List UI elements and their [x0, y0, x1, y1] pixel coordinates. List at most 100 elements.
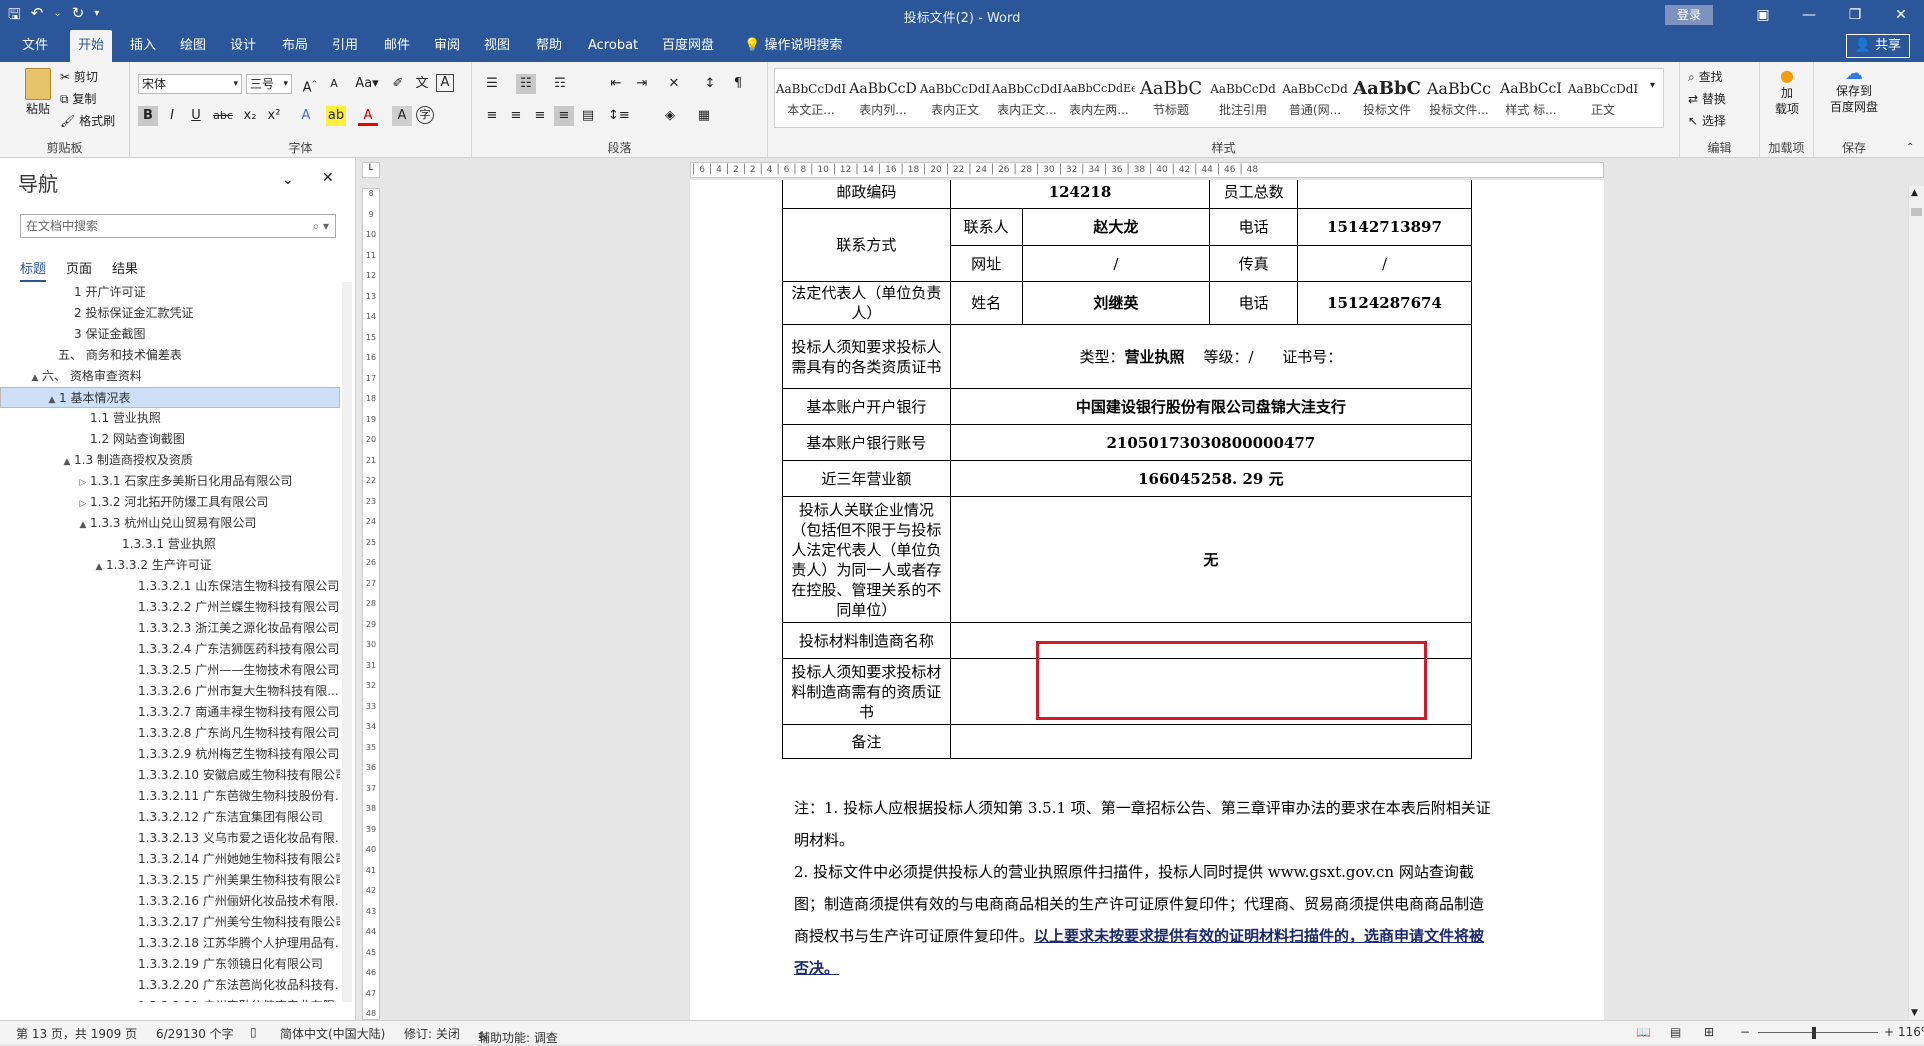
collapse-arrow-icon[interactable]: ▲: [76, 515, 90, 534]
save-to-baidu-button[interactable]: ☁ 保存到 百度网盘: [1820, 65, 1888, 115]
proofing-icon[interactable]: ▯: [250, 1025, 257, 1039]
tab-references[interactable]: 引用: [324, 30, 366, 62]
share-button[interactable]: 👤 共享: [1845, 34, 1910, 58]
style-item[interactable]: AaBbCcDd 批注引用: [1207, 69, 1279, 127]
ribbon-display-icon[interactable]: ▣: [1740, 0, 1786, 30]
enclose-char-icon[interactable]: 字: [416, 106, 434, 124]
tab-file[interactable]: 文件: [14, 30, 56, 62]
format-painter-button[interactable]: 🖌 格式刷: [60, 112, 115, 129]
contact-person-value[interactable]: 赵大龙: [1021, 208, 1211, 246]
tab-home[interactable]: 开始: [70, 30, 113, 62]
restore-icon[interactable]: ❐: [1832, 0, 1878, 30]
char-shading-icon[interactable]: A: [392, 106, 412, 126]
nav-heading-item[interactable]: 1.3.3.2.13 义乌市爱之语化妆品有限...: [0, 828, 340, 849]
justify-icon[interactable]: ≡: [554, 106, 574, 126]
style-item[interactable]: AaBbCcI 样式 标...: [1495, 69, 1567, 127]
tab-selector-icon[interactable]: L: [362, 162, 380, 178]
nav-heading-item[interactable]: ▷ 1.3.2 河北拓开防爆工具有限公司: [0, 492, 340, 513]
nav-heading-item[interactable]: 1.3.3.2.14 广州她她生物科技有限公司: [0, 849, 340, 870]
nav-heading-item[interactable]: 1.3.3.2.10 安徽启威生物科技有限公司: [0, 765, 340, 786]
strikethrough-icon[interactable]: abc: [210, 106, 236, 126]
nav-heading-item[interactable]: 1.3.3.2.17 广州美兮生物科技有限公司: [0, 912, 340, 933]
tell-me-search[interactable]: 💡 操作说明搜索: [736, 30, 850, 62]
style-item[interactable]: AaBbC 投标文件: [1351, 69, 1423, 127]
style-item[interactable]: AaBbCcDdEe 表内左两...: [1063, 69, 1135, 127]
tab-design[interactable]: 设计: [222, 30, 264, 62]
nav-heading-item[interactable]: 1.3.3.2.18 江苏华腾个人护理用品有...: [0, 933, 340, 954]
nav-heading-item[interactable]: 3 保证金截图: [0, 324, 340, 345]
web-layout-icon[interactable]: ⊞: [1704, 1025, 1714, 1039]
expand-arrow-icon[interactable]: ▷: [76, 473, 90, 492]
legal-phone-value[interactable]: 15124287674: [1297, 281, 1472, 325]
tab-draw[interactable]: 绘图: [172, 30, 214, 62]
addins-button[interactable]: ● 加 载项: [1768, 68, 1806, 117]
nav-heading-item[interactable]: ▲ 1 基本情况表: [0, 387, 340, 408]
style-item[interactable]: AaBbCcDd 普通(网...: [1279, 69, 1351, 127]
align-center-icon[interactable]: ≡: [506, 106, 526, 126]
nav-heading-item[interactable]: ▲ 六、 资格审查资料: [0, 366, 340, 387]
nav-heading-item[interactable]: ▲ 1.3 制造商授权及资质: [0, 450, 340, 471]
align-left-icon[interactable]: ≡: [482, 106, 502, 126]
style-item[interactable]: AaBbC 节标题: [1135, 69, 1207, 127]
chevron-down-icon[interactable]: ⌄: [282, 172, 294, 188]
nav-heading-item[interactable]: ▲ 1.3.3.2 生产许可证: [0, 555, 340, 576]
scrollbar-thumb[interactable]: [1911, 208, 1922, 216]
font-size-select[interactable]: 三号 ▾: [246, 74, 292, 94]
nav-heading-item[interactable]: 1.3.3.2.9 杭州梅艺生物科技有限公司: [0, 744, 340, 765]
shading-icon[interactable]: ◈: [660, 106, 680, 126]
scroll-up-icon[interactable]: ▲: [1911, 188, 1918, 198]
cut-button[interactable]: ✂ 剪切: [60, 68, 98, 85]
tab-mailings[interactable]: 邮件: [376, 30, 418, 62]
superscript-icon[interactable]: x²: [264, 106, 284, 126]
nav-tab-pages[interactable]: 页面: [66, 258, 92, 282]
nav-heading-item[interactable]: 1.3.3.2.7 南通丰禄生物科技有限公司: [0, 702, 340, 723]
paste-button[interactable]: 粘贴: [20, 68, 56, 117]
tab-layout[interactable]: 布局: [274, 30, 316, 62]
document-scrollbar[interactable]: ▲ ▼: [1908, 186, 1924, 1020]
collapse-ribbon-icon[interactable]: ⌃: [1906, 142, 1914, 153]
zoom-level[interactable]: 116%: [1898, 1025, 1924, 1039]
nav-tab-results[interactable]: 结果: [112, 258, 138, 282]
nav-heading-item[interactable]: 1.3.3.2.2 广州兰蝶生物科技有限公司: [0, 597, 340, 618]
qualification-value[interactable]: 类型：营业执照 等级：/ 证书号：: [949, 324, 1473, 389]
nav-heading-item[interactable]: 五、 商务和技术偏差表: [0, 345, 340, 366]
expand-arrow-icon[interactable]: ▷: [76, 494, 90, 513]
borders-icon[interactable]: ▦: [694, 106, 714, 126]
login-button[interactable]: 登录: [1665, 5, 1713, 25]
postal-value[interactable]: 124218: [949, 180, 1211, 209]
tab-review[interactable]: 审阅: [426, 30, 468, 62]
show-marks-icon[interactable]: ¶: [728, 74, 748, 94]
change-case-icon[interactable]: Aa▾: [352, 74, 382, 94]
nav-heading-item[interactable]: 1.3.3.2.12 广东洁宜集团有限公司: [0, 807, 340, 828]
zoom-slider[interactable]: [1758, 1032, 1878, 1033]
nav-heading-item[interactable]: 1.3.3.2.11 广东芭微生物科技股份有...: [0, 786, 340, 807]
phone-value[interactable]: 15142713897: [1297, 208, 1472, 246]
nav-heading-item[interactable]: 1.3.3.2.21 广州安耿依健康产业有限...: [0, 996, 340, 1002]
close-icon[interactable]: ✕: [322, 170, 334, 186]
decrease-indent-icon[interactable]: ⇤: [606, 74, 626, 94]
shrink-font-icon[interactable]: A: [324, 74, 344, 94]
tab-insert[interactable]: 插入: [122, 30, 164, 62]
staff-value[interactable]: [1297, 180, 1472, 209]
find-button[interactable]: ⌕ 查找: [1688, 68, 1723, 85]
account-value[interactable]: 21050173030800000477: [949, 424, 1473, 461]
collapse-arrow-icon[interactable]: ▲: [60, 452, 74, 471]
nav-heading-item[interactable]: 1.3.3.2.8 广东尚凡生物科技有限公司: [0, 723, 340, 744]
tab-help[interactable]: 帮助: [528, 30, 570, 62]
print-layout-icon[interactable]: ▤: [1670, 1025, 1681, 1039]
nav-heading-item[interactable]: 1.3.3.2.5 广州——生物技术有限公司: [0, 660, 340, 681]
bank-value[interactable]: 中国建设银行股份有限公司盘锦大洼支行: [949, 388, 1473, 425]
nav-tab-headings[interactable]: 标题: [20, 258, 47, 282]
underline-icon[interactable]: U: [186, 106, 206, 126]
tab-baidu[interactable]: 百度网盘: [654, 30, 722, 62]
subscript-icon[interactable]: x₂: [240, 106, 260, 126]
phonetic-guide-icon[interactable]: 文: [412, 74, 432, 94]
nav-heading-item[interactable]: 1.3.3.2.3 浙江美之源化妆品有限公司: [0, 618, 340, 639]
zoom-slider-thumb[interactable]: [1812, 1027, 1816, 1039]
style-item[interactable]: AaBbCcDdI 表内正文: [919, 69, 991, 127]
nav-heading-item[interactable]: 1.3.3.1 营业执照: [0, 534, 340, 555]
collapse-arrow-icon[interactable]: ▲: [92, 557, 106, 576]
zoom-in-icon[interactable]: +: [1884, 1025, 1894, 1039]
text-effects-icon[interactable]: A: [296, 106, 316, 126]
replace-button[interactable]: ⇄ 替换: [1688, 90, 1726, 107]
